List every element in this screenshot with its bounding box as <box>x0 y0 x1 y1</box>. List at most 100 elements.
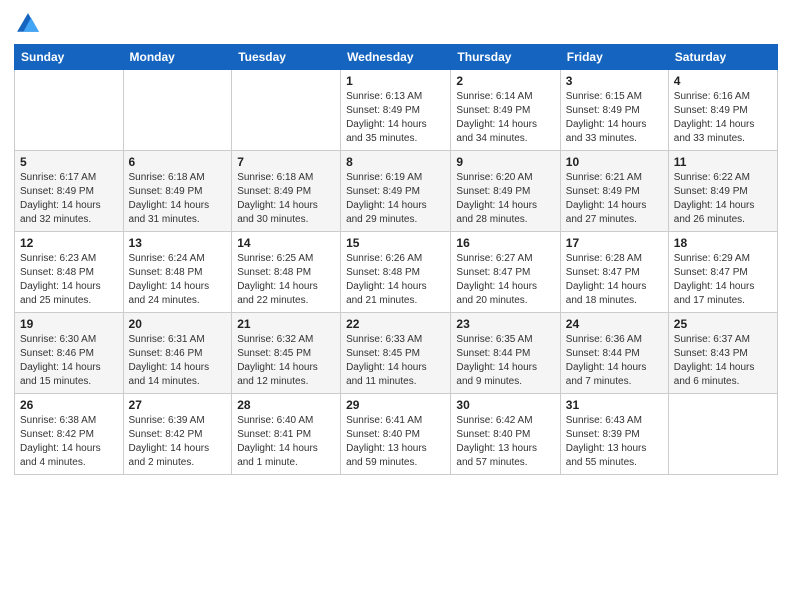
day-number: 18 <box>674 236 772 250</box>
day-info: Sunrise: 6:15 AM Sunset: 8:49 PM Dayligh… <box>566 90 663 146</box>
day-number: 22 <box>346 317 445 331</box>
calendar-cell: 1Sunrise: 6:13 AM Sunset: 8:49 PM Daylig… <box>341 70 451 151</box>
calendar-table: SundayMondayTuesdayWednesdayThursdayFrid… <box>14 44 778 475</box>
day-number: 31 <box>566 398 663 412</box>
calendar-cell: 17 Sunrise: 6:28 AM Sunset: 8:47 PM Dayli… <box>560 232 668 313</box>
calendar-cell: 24 Sunrise: 6:36 AM Sunset: 8:44 PM Dayli… <box>560 313 668 394</box>
week-row-4: 19Sunrise: 6:30 AM Sunset: 8:46 PM Dayli… <box>15 313 778 394</box>
day-info: Sunrise: 6:30 AM Sunset: 8:46 PM Dayligh… <box>20 333 118 389</box>
day-number: 7 <box>237 155 335 169</box>
calendar-cell: 3 Sunrise: 6:15 AM Sunset: 8:49 PM Daylig… <box>560 70 668 151</box>
week-row-5: 26 Sunrise: 6:38 AM Sunset: 8:42 PM Dayli… <box>15 394 778 475</box>
calendar-cell <box>232 70 341 151</box>
weekday-header-tuesday: Tuesday <box>232 45 341 70</box>
calendar-cell: 8Sunrise: 6:19 AM Sunset: 8:49 PM Daylig… <box>341 151 451 232</box>
day-number: 5 <box>20 155 118 169</box>
calendar-cell: 29 Sunrise: 6:41 AM Sunset: 8:40 PM Dayli… <box>341 394 451 475</box>
day-info: Sunrise: 6:36 AM Sunset: 8:44 PM Dayligh… <box>566 333 663 389</box>
day-info: Sunrise: 6:18 AM Sunset: 8:49 PM Dayligh… <box>237 171 335 227</box>
calendar-cell <box>123 70 232 151</box>
day-info: Sunrise: 6:38 AM Sunset: 8:42 PM Dayligh… <box>20 414 118 470</box>
calendar-cell: 9 Sunrise: 6:20 AM Sunset: 8:49 PM Daylig… <box>451 151 560 232</box>
day-info: Sunrise: 6:23 AM Sunset: 8:48 PM Dayligh… <box>20 252 118 308</box>
day-number: 27 <box>129 398 227 412</box>
day-number: 16 <box>456 236 554 250</box>
day-info: Sunrise: 6:32 AM Sunset: 8:45 PM Dayligh… <box>237 333 335 389</box>
calendar-cell: 10 Sunrise: 6:21 AM Sunset: 8:49 PM Dayli… <box>560 151 668 232</box>
day-info: Sunrise: 6:19 AM Sunset: 8:49 PM Dayligh… <box>346 171 445 227</box>
day-info: Sunrise: 6:13 AM Sunset: 8:49 PM Dayligh… <box>346 90 445 146</box>
calendar-cell: 16 Sunrise: 6:27 AM Sunset: 8:47 PM Dayli… <box>451 232 560 313</box>
calendar-cell <box>668 394 777 475</box>
calendar-cell: 18 Sunrise: 6:29 AM Sunset: 8:47 PM Dayli… <box>668 232 777 313</box>
calendar-cell: 6Sunrise: 6:18 AM Sunset: 8:49 PM Daylig… <box>123 151 232 232</box>
calendar-cell: 2 Sunrise: 6:14 AM Sunset: 8:49 PM Daylig… <box>451 70 560 151</box>
day-info: Sunrise: 6:25 AM Sunset: 8:48 PM Dayligh… <box>237 252 335 308</box>
day-info: Sunrise: 6:14 AM Sunset: 8:49 PM Dayligh… <box>456 90 554 146</box>
calendar-cell: 28Sunrise: 6:40 AM Sunset: 8:41 PM Dayli… <box>232 394 341 475</box>
weekday-header-friday: Friday <box>560 45 668 70</box>
week-row-1: 1Sunrise: 6:13 AM Sunset: 8:49 PM Daylig… <box>15 70 778 151</box>
day-info: Sunrise: 6:40 AM Sunset: 8:41 PM Dayligh… <box>237 414 335 470</box>
day-number: 3 <box>566 74 663 88</box>
day-info: Sunrise: 6:18 AM Sunset: 8:49 PM Dayligh… <box>129 171 227 227</box>
day-info: Sunrise: 6:37 AM Sunset: 8:43 PM Dayligh… <box>674 333 772 389</box>
calendar-cell: 27Sunrise: 6:39 AM Sunset: 8:42 PM Dayli… <box>123 394 232 475</box>
day-number: 12 <box>20 236 118 250</box>
calendar-cell: 11 Sunrise: 6:22 AM Sunset: 8:49 PM Dayli… <box>668 151 777 232</box>
day-info: Sunrise: 6:29 AM Sunset: 8:47 PM Dayligh… <box>674 252 772 308</box>
week-row-2: 5 Sunrise: 6:17 AM Sunset: 8:49 PM Daylig… <box>15 151 778 232</box>
calendar-cell: 25 Sunrise: 6:37 AM Sunset: 8:43 PM Dayli… <box>668 313 777 394</box>
day-info: Sunrise: 6:41 AM Sunset: 8:40 PM Dayligh… <box>346 414 445 470</box>
day-info: Sunrise: 6:33 AM Sunset: 8:45 PM Dayligh… <box>346 333 445 389</box>
day-number: 9 <box>456 155 554 169</box>
day-info: Sunrise: 6:16 AM Sunset: 8:49 PM Dayligh… <box>674 90 772 146</box>
day-number: 13 <box>129 236 227 250</box>
day-number: 14 <box>237 236 335 250</box>
weekday-header-wednesday: Wednesday <box>341 45 451 70</box>
calendar-cell: 26 Sunrise: 6:38 AM Sunset: 8:42 PM Dayli… <box>15 394 124 475</box>
weekday-header-row: SundayMondayTuesdayWednesdayThursdayFrid… <box>15 45 778 70</box>
calendar-cell <box>15 70 124 151</box>
day-number: 4 <box>674 74 772 88</box>
day-number: 21 <box>237 317 335 331</box>
day-info: Sunrise: 6:28 AM Sunset: 8:47 PM Dayligh… <box>566 252 663 308</box>
day-info: Sunrise: 6:21 AM Sunset: 8:49 PM Dayligh… <box>566 171 663 227</box>
day-number: 25 <box>674 317 772 331</box>
day-number: 20 <box>129 317 227 331</box>
calendar-cell: 14 Sunrise: 6:25 AM Sunset: 8:48 PM Dayli… <box>232 232 341 313</box>
day-number: 11 <box>674 155 772 169</box>
calendar-cell: 12 Sunrise: 6:23 AM Sunset: 8:48 PM Dayli… <box>15 232 124 313</box>
calendar-cell: 15Sunrise: 6:26 AM Sunset: 8:48 PM Dayli… <box>341 232 451 313</box>
calendar-cell: 21 Sunrise: 6:32 AM Sunset: 8:45 PM Dayli… <box>232 313 341 394</box>
day-info: Sunrise: 6:43 AM Sunset: 8:39 PM Dayligh… <box>566 414 663 470</box>
logo <box>14 10 46 38</box>
weekday-header-sunday: Sunday <box>15 45 124 70</box>
day-number: 10 <box>566 155 663 169</box>
calendar-cell: 4 Sunrise: 6:16 AM Sunset: 8:49 PM Daylig… <box>668 70 777 151</box>
header <box>14 10 778 38</box>
day-info: Sunrise: 6:20 AM Sunset: 8:49 PM Dayligh… <box>456 171 554 227</box>
weekday-header-thursday: Thursday <box>451 45 560 70</box>
calendar-cell: 31 Sunrise: 6:43 AM Sunset: 8:39 PM Dayli… <box>560 394 668 475</box>
week-row-3: 12 Sunrise: 6:23 AM Sunset: 8:48 PM Dayli… <box>15 232 778 313</box>
page: SundayMondayTuesdayWednesdayThursdayFrid… <box>0 0 792 612</box>
day-number: 26 <box>20 398 118 412</box>
day-info: Sunrise: 6:22 AM Sunset: 8:49 PM Dayligh… <box>674 171 772 227</box>
day-info: Sunrise: 6:24 AM Sunset: 8:48 PM Dayligh… <box>129 252 227 308</box>
calendar-cell: 13 Sunrise: 6:24 AM Sunset: 8:48 PM Dayli… <box>123 232 232 313</box>
day-number: 29 <box>346 398 445 412</box>
calendar-cell: 20Sunrise: 6:31 AM Sunset: 8:46 PM Dayli… <box>123 313 232 394</box>
day-info: Sunrise: 6:17 AM Sunset: 8:49 PM Dayligh… <box>20 171 118 227</box>
calendar-cell: 23 Sunrise: 6:35 AM Sunset: 8:44 PM Dayli… <box>451 313 560 394</box>
logo-icon <box>14 10 42 38</box>
day-number: 2 <box>456 74 554 88</box>
day-info: Sunrise: 6:27 AM Sunset: 8:47 PM Dayligh… <box>456 252 554 308</box>
calendar-cell: 22 Sunrise: 6:33 AM Sunset: 8:45 PM Dayli… <box>341 313 451 394</box>
day-number: 23 <box>456 317 554 331</box>
day-number: 17 <box>566 236 663 250</box>
day-number: 15 <box>346 236 445 250</box>
day-info: Sunrise: 6:35 AM Sunset: 8:44 PM Dayligh… <box>456 333 554 389</box>
day-info: Sunrise: 6:42 AM Sunset: 8:40 PM Dayligh… <box>456 414 554 470</box>
day-number: 24 <box>566 317 663 331</box>
